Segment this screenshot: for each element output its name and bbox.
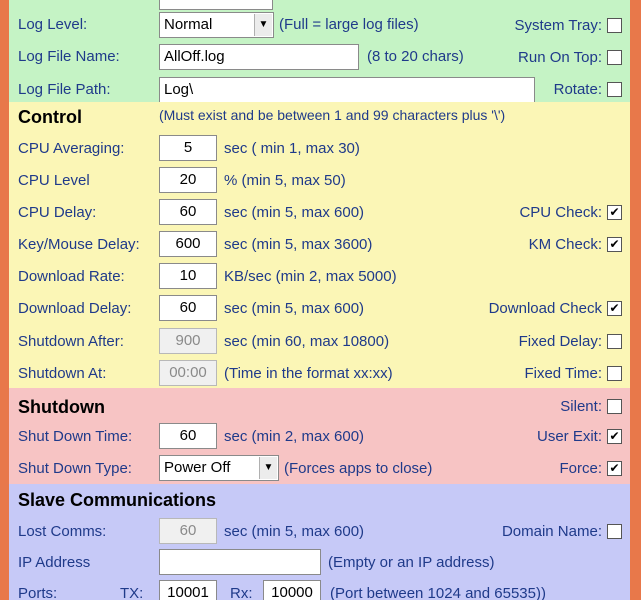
shut-down-type-label: Shut Down Type: xyxy=(18,460,132,477)
key-mouse-delay-input[interactable]: 600 xyxy=(159,231,217,257)
shutdown-after-label: Shutdown After: xyxy=(18,333,124,350)
km-check-row: KM Check: xyxy=(529,236,622,253)
partial-input-top[interactable] xyxy=(159,0,273,10)
ip-address-note: (Empty or an IP address) xyxy=(328,554,495,571)
domain-name-checkbox[interactable] xyxy=(607,524,622,539)
run-on-top-row: Run On Top: xyxy=(518,49,622,66)
system-tray-row: System Tray: xyxy=(514,17,622,34)
rx-port-input[interactable]: 10000 xyxy=(263,580,321,600)
fixed-time-label: Fixed Time: xyxy=(524,365,602,382)
shutdown-section: Shutdown Silent: Shut Down Time: 60 sec … xyxy=(9,388,630,484)
tx-port-input[interactable]: 10001 xyxy=(159,580,217,600)
silent-checkbox[interactable] xyxy=(607,399,622,414)
key-mouse-delay-label: Key/Mouse Delay: xyxy=(18,236,140,253)
domain-name-label: Domain Name: xyxy=(501,523,602,540)
fixed-time-checkbox[interactable] xyxy=(607,366,622,381)
shut-down-time-input[interactable]: 60 xyxy=(159,423,217,449)
download-delay-label: Download Delay: xyxy=(18,300,132,317)
download-rate-label: Download Rate: xyxy=(18,268,125,285)
shut-down-type-note: (Forces apps to close) xyxy=(284,460,433,477)
cpu-check-checkbox[interactable] xyxy=(607,205,622,220)
shutdown-after-note: sec (min 60, max 10800) xyxy=(224,333,390,350)
force-label: Force: xyxy=(559,460,602,477)
run-on-top-checkbox[interactable] xyxy=(607,50,622,65)
cpu-delay-label: CPU Delay: xyxy=(18,204,97,221)
ports-label: Ports: xyxy=(18,585,58,600)
path-note: (Must exist and be between 1 and 99 char… xyxy=(159,107,506,123)
log-level-select[interactable]: Normal ▼ xyxy=(159,12,274,38)
download-delay-input[interactable]: 60 xyxy=(159,295,217,321)
download-rate-input[interactable]: 10 xyxy=(159,263,217,289)
chevron-down-icon[interactable]: ▼ xyxy=(259,457,277,479)
cpu-level-label: CPU Level xyxy=(18,172,90,189)
shut-down-time-note: sec (min 2, max 600) xyxy=(224,428,365,445)
rx-label: Rx: xyxy=(230,585,253,600)
download-check-row: Download Check xyxy=(489,300,622,317)
cpu-level-note: % (min 5, max 50) xyxy=(224,172,346,189)
shutdown-at-note: (Time in the format xx:xx) xyxy=(224,365,393,382)
ports-note: (Port between 1024 and 65535)) xyxy=(330,585,546,600)
cpu-averaging-note: sec ( min 1, max 30) xyxy=(224,140,360,157)
shut-down-time-label: Shut Down Time: xyxy=(18,428,133,445)
cpu-check-label: CPU Check: xyxy=(519,204,602,221)
key-mouse-delay-note: sec (min 5, max 3600) xyxy=(224,236,373,253)
log-file-name-note: (8 to 20 chars) xyxy=(367,48,464,65)
user-exit-checkbox[interactable] xyxy=(607,429,622,444)
cpu-averaging-input[interactable]: 5 xyxy=(159,135,217,161)
log-file-path-label: Log File Path: xyxy=(18,81,111,98)
force-checkbox[interactable] xyxy=(607,461,622,476)
log-file-name-label: Log File Name: xyxy=(18,48,120,65)
shut-down-type-select[interactable]: Power Off ▼ xyxy=(159,455,279,481)
fixed-delay-label: Fixed Delay: xyxy=(518,333,602,350)
rotate-checkbox[interactable] xyxy=(607,82,622,97)
log-section: Log Level: Normal ▼ (Full = large log fi… xyxy=(9,0,630,102)
control-section: Control (Must exist and be between 1 and… xyxy=(9,102,630,388)
tx-label: TX: xyxy=(120,585,144,600)
chevron-down-icon[interactable]: ▼ xyxy=(254,14,272,36)
lost-comms-note: sec (min 5, max 600) xyxy=(224,523,365,540)
run-on-top-label: Run On Top: xyxy=(518,49,602,66)
force-row: Force: xyxy=(559,460,622,477)
slave-section: Slave Communications Lost Comms: 60 sec … xyxy=(9,484,630,600)
cpu-level-input[interactable]: 20 xyxy=(159,167,217,193)
cpu-delay-input[interactable]: 60 xyxy=(159,199,217,225)
lost-comms-label: Lost Comms: xyxy=(18,523,107,540)
cpu-delay-note: sec (min 5, max 600) xyxy=(224,204,365,221)
log-file-path-input[interactable]: Log\ xyxy=(159,77,535,102)
shutdown-at-input[interactable]: 00:00 xyxy=(159,360,217,386)
ip-address-label: IP Address xyxy=(18,554,91,571)
log-level-note: (Full = large log files) xyxy=(279,16,419,33)
system-tray-checkbox[interactable] xyxy=(607,18,622,33)
download-rate-note: KB/sec (min 2, max 5000) xyxy=(224,268,397,285)
silent-row: Silent: xyxy=(560,398,622,415)
user-exit-row: User Exit: xyxy=(537,428,622,445)
fixed-time-row: Fixed Time: xyxy=(524,365,622,382)
shut-down-type-value: Power Off xyxy=(164,459,231,476)
shutdown-after-input[interactable]: 900 xyxy=(159,328,217,354)
lost-comms-input[interactable]: 60 xyxy=(159,518,217,544)
silent-label: Silent: xyxy=(560,398,602,415)
user-exit-label: User Exit: xyxy=(536,428,602,445)
log-level-label: Log Level: xyxy=(18,16,88,33)
log-level-value: Normal xyxy=(164,16,213,33)
cpu-averaging-label: CPU Averaging: xyxy=(18,140,125,157)
rotate-row: Rotate: xyxy=(554,81,622,98)
km-check-label: KM Check: xyxy=(528,236,602,253)
fixed-delay-checkbox[interactable] xyxy=(607,334,622,349)
control-heading: Control xyxy=(18,107,82,127)
download-delay-note: sec (min 5, max 600) xyxy=(224,300,365,317)
cpu-check-row: CPU Check: xyxy=(519,204,622,221)
system-tray-label: System Tray: xyxy=(514,17,602,34)
download-check-checkbox[interactable] xyxy=(607,301,622,316)
download-check-label: Download Check xyxy=(488,300,602,317)
log-file-name-input[interactable]: AllOff.log xyxy=(159,44,359,70)
shutdown-at-label: Shutdown At: xyxy=(18,365,107,382)
km-check-checkbox[interactable] xyxy=(607,237,622,252)
ip-address-input[interactable] xyxy=(159,549,321,575)
shutdown-heading: Shutdown xyxy=(18,397,105,417)
rotate-label: Rotate: xyxy=(553,81,602,98)
slave-heading: Slave Communications xyxy=(18,490,217,510)
domain-name-row: Domain Name: xyxy=(502,523,622,540)
fixed-delay-row: Fixed Delay: xyxy=(519,333,622,350)
